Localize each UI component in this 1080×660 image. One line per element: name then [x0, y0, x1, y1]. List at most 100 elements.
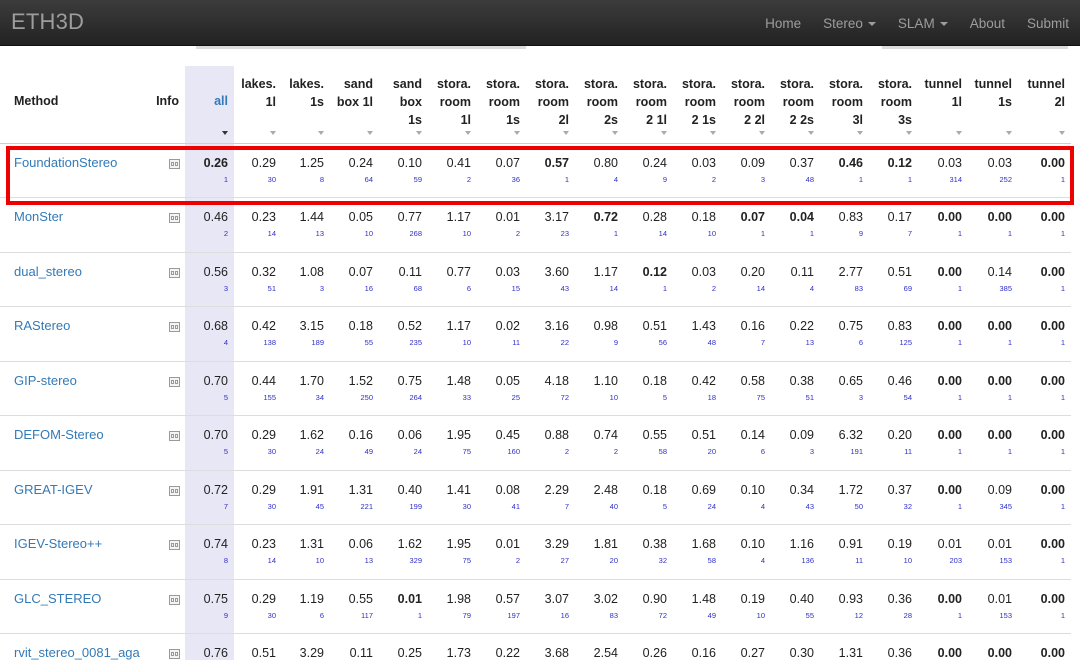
- header-dataset[interactable]: stora. room 3l: [820, 66, 869, 144]
- info-details-icon[interactable]: [169, 213, 180, 223]
- method-link[interactable]: dual_stereo: [14, 264, 82, 279]
- info-details-icon[interactable]: [169, 540, 180, 550]
- info-details-icon[interactable]: [169, 322, 180, 332]
- score-value: 0.00: [1040, 155, 1065, 170]
- rank-value: 1: [1007, 447, 1012, 456]
- score-cell: 0.18 5: [624, 361, 673, 416]
- nav-item-submit[interactable]: Submit: [1016, 0, 1080, 46]
- header-dataset[interactable]: stora. room 1s: [477, 66, 526, 144]
- nav-item-about[interactable]: About: [959, 0, 1016, 46]
- navbar: ETH3D Home Stereo SLAM About Submit: [0, 0, 1080, 46]
- score-cell: 0.00: [918, 634, 968, 660]
- info-details-icon[interactable]: [169, 431, 180, 441]
- score-value: 0.20: [887, 428, 912, 442]
- score-value: 0.11: [349, 646, 373, 660]
- method-link[interactable]: GIP-stereo: [14, 373, 77, 388]
- score-value: 0.14: [987, 264, 1012, 279]
- score-value: 6.32: [838, 428, 863, 442]
- info-cell: [135, 579, 185, 634]
- table-body: FoundationStereo 0.26 1 0.29 30 1.25 8 0.24 64 0.…: [0, 143, 1071, 660]
- header-dataset[interactable]: stora. room 2l: [526, 66, 575, 144]
- method-link[interactable]: DEFOM-Stereo: [14, 427, 104, 442]
- header-dataset-label: 1s: [408, 113, 422, 127]
- header-dataset[interactable]: tunnel 1l: [918, 66, 968, 144]
- score-cell: 0.38 51: [771, 361, 820, 416]
- score-value: 0.80: [593, 155, 618, 170]
- score-cell: 0.46 54: [869, 361, 918, 416]
- method-link[interactable]: MonSter: [14, 209, 63, 224]
- score-value: 2.29: [544, 482, 569, 497]
- nav-item-slam[interactable]: SLAM: [887, 0, 959, 46]
- rank-value: 1: [1007, 392, 1012, 402]
- score-value: 1.17: [446, 210, 471, 224]
- method-link[interactable]: IGEV-Stereo++: [14, 536, 102, 551]
- score-cell: 0.72 1: [575, 198, 624, 253]
- rank-value: 56: [658, 338, 667, 347]
- rank-value: 55: [364, 338, 373, 347]
- header-dataset[interactable]: stora. room 3s: [869, 66, 918, 144]
- info-details-icon[interactable]: [169, 649, 180, 659]
- header-dataset[interactable]: stora. room 2s: [575, 66, 624, 144]
- rank-value: 6: [466, 283, 471, 293]
- brand-logo[interactable]: ETH3D: [11, 9, 84, 35]
- method-link[interactable]: rvit_stereo_0081_aga: [14, 645, 140, 660]
- method-link[interactable]: GLC_STEREO: [14, 591, 101, 606]
- header-dataset[interactable]: sand box 1s: [379, 66, 428, 144]
- header-dataset-label: 2 1l: [646, 113, 667, 127]
- rank-value: 72: [658, 610, 667, 620]
- score-cell: 0.57 1: [526, 143, 575, 198]
- score-cell: 1.17 10: [428, 198, 477, 253]
- score-cell: 0.46 1: [820, 143, 869, 198]
- score-cell: 0.83 9: [820, 198, 869, 253]
- header-dataset[interactable]: stora. room 2 1l: [624, 66, 673, 144]
- score-value: 1.10: [593, 373, 618, 388]
- score-cell: 0.91 11: [820, 525, 869, 580]
- score-cell: 0.83 125: [869, 307, 918, 362]
- score-value: 0.09: [740, 155, 765, 170]
- header-method[interactable]: Method: [0, 66, 135, 144]
- header-dataset[interactable]: tunnel 2l: [1018, 66, 1071, 144]
- score-cell: 1.31 10: [282, 525, 330, 580]
- table-header: Method Info all lakes. 1l lakes. 1s sand box …: [0, 66, 1071, 144]
- header-dataset[interactable]: stora. room 2 2s: [771, 66, 820, 144]
- rank-value: 1: [417, 610, 422, 620]
- nav-item-home[interactable]: Home: [754, 0, 812, 46]
- rank-value: 75: [462, 447, 471, 456]
- score-cell: 0.20 14: [722, 252, 771, 307]
- info-details-icon[interactable]: [169, 158, 180, 169]
- info-details-icon[interactable]: [169, 267, 180, 278]
- score-value: 1.52: [348, 373, 373, 388]
- all-score-cell: 0.70 5: [185, 415, 234, 470]
- header-dataset[interactable]: lakes. 1l: [234, 66, 282, 144]
- score-value: 0.26: [203, 155, 228, 170]
- header-dataset[interactable]: stora. room 2 2l: [722, 66, 771, 144]
- info-details-icon[interactable]: [169, 485, 180, 496]
- info-details-icon[interactable]: [169, 376, 180, 387]
- header-dataset[interactable]: stora. room 1l: [428, 66, 477, 144]
- rank-value: 138: [263, 338, 276, 347]
- header-all[interactable]: all: [185, 66, 234, 144]
- rank-value: 203: [949, 556, 962, 565]
- rank-value: 268: [409, 229, 422, 238]
- nav-item-stereo[interactable]: Stereo: [812, 0, 887, 46]
- header-dataset-label: tunnel: [1027, 77, 1066, 91]
- rank-value: 125: [899, 338, 912, 347]
- method-link[interactable]: RAStereo: [14, 318, 70, 333]
- score-value: 0.29: [251, 428, 276, 442]
- score-cell: 0.00 1: [918, 198, 968, 253]
- header-dataset[interactable]: lakes. 1s: [282, 66, 330, 144]
- header-dataset[interactable]: stora. room 2 1s: [673, 66, 722, 144]
- score-value: 0.28: [642, 210, 667, 224]
- info-details-icon[interactable]: [169, 594, 180, 605]
- rank-value: 16: [560, 610, 569, 620]
- score-value: 0.00: [937, 373, 962, 388]
- header-dataset[interactable]: tunnel 1s: [968, 66, 1018, 144]
- method-link[interactable]: FoundationStereo: [14, 155, 117, 170]
- header-dataset-label: 1l: [460, 113, 471, 127]
- method-link[interactable]: GREAT-IGEV: [14, 482, 93, 497]
- score-cell: 0.51 56: [624, 307, 673, 362]
- header-dataset-label: stora.: [828, 77, 863, 91]
- header-dataset[interactable]: sand box 1l: [330, 66, 379, 144]
- score-value: 0.00: [1040, 264, 1065, 279]
- score-cell: 0.24 64: [330, 143, 379, 198]
